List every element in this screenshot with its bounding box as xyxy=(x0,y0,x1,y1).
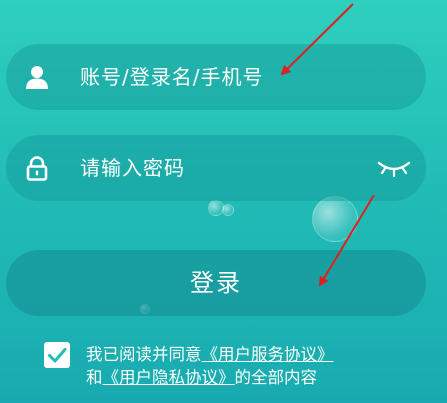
login-screen: 账号/登录名/手机号 请输入密码 登录 我已阅读并同意《用户服务协议》 和《用户… xyxy=(0,0,447,403)
agreement-and: 和 xyxy=(86,368,103,387)
account-field[interactable]: 账号/登录名/手机号 xyxy=(6,44,426,110)
decorative-bubble xyxy=(222,204,234,216)
agreement-suffix: 的全部内容 xyxy=(234,368,318,387)
agreement-prefix: 我已阅读并同意 xyxy=(86,345,202,364)
agreement-checkbox[interactable] xyxy=(44,342,70,368)
privacy-agreement-link[interactable]: 《用户隐私协议》 xyxy=(103,368,235,387)
password-field[interactable]: 请输入密码 xyxy=(6,135,426,201)
login-button[interactable]: 登录 xyxy=(6,250,426,316)
user-agreement-link[interactable]: 《用户服务协议》 xyxy=(202,345,334,364)
agreement-line-1: 我已阅读并同意《用户服务协议》 xyxy=(86,343,334,366)
agreement-line-2: 和《用户隐私协议》的全部内容 xyxy=(86,366,334,389)
user-icon xyxy=(26,66,48,89)
check-icon xyxy=(48,348,67,363)
agreement-text: 我已阅读并同意《用户服务协议》 和《用户隐私协议》的全部内容 xyxy=(86,343,334,389)
eye-closed-icon[interactable] xyxy=(376,155,412,179)
decorative-bubble xyxy=(312,196,358,242)
agreement-row: 我已阅读并同意《用户服务协议》 和《用户隐私协议》的全部内容 xyxy=(44,340,444,396)
account-placeholder: 账号/登录名/手机号 xyxy=(80,65,264,89)
password-placeholder: 请输入密码 xyxy=(80,156,185,180)
lock-icon xyxy=(26,156,48,181)
